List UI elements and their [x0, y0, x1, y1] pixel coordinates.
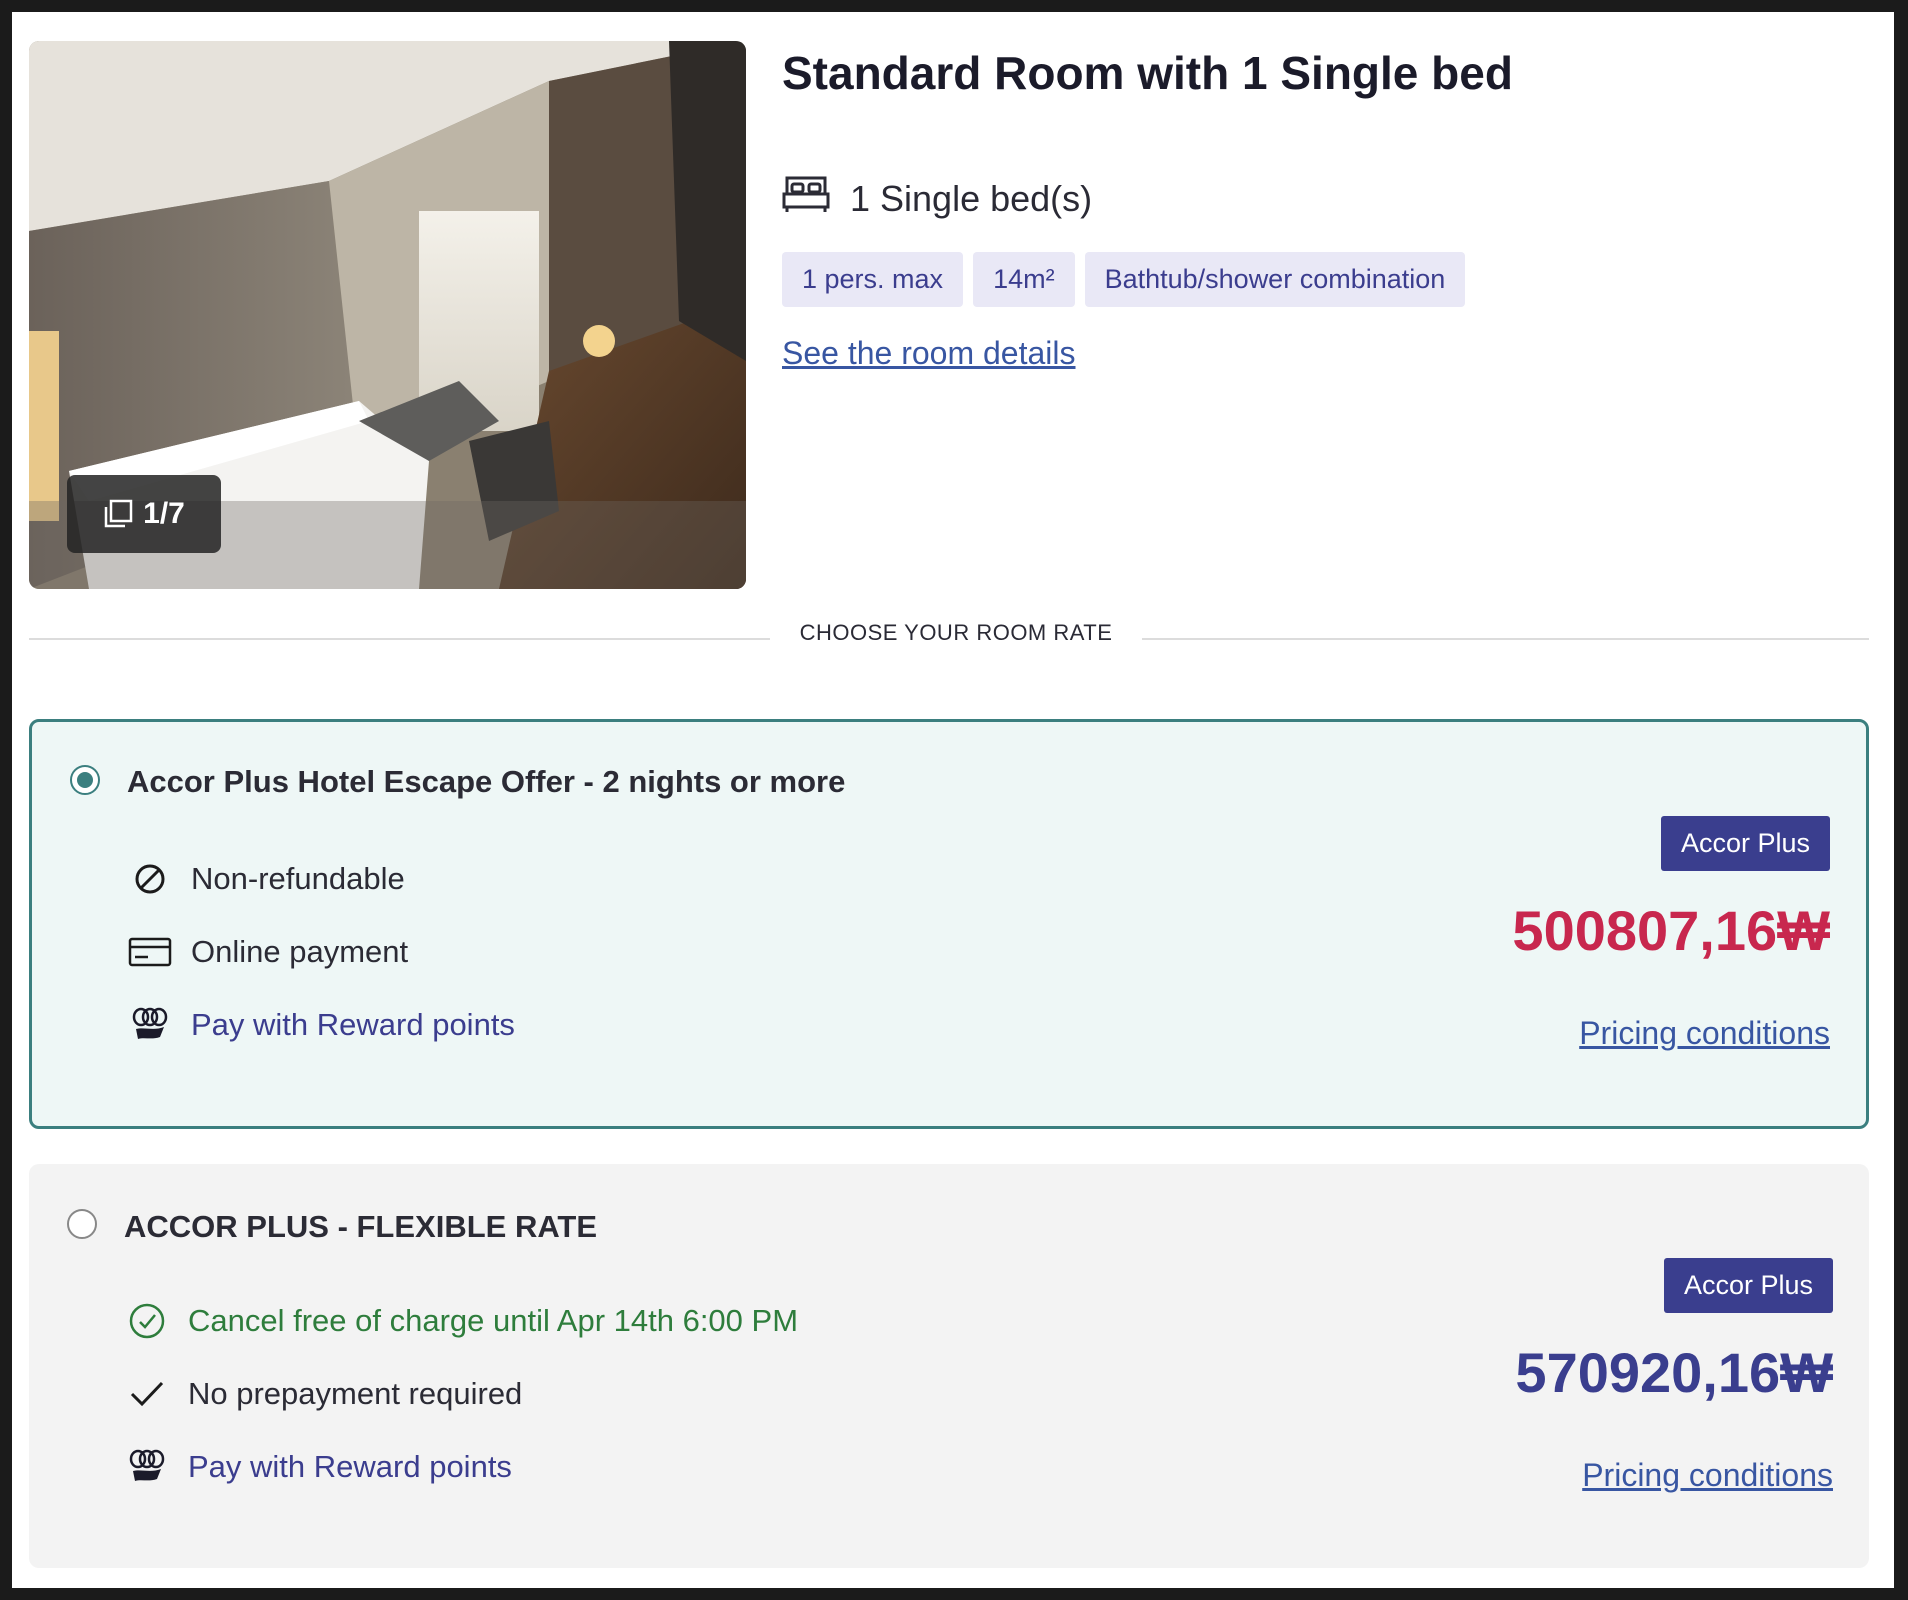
rate-title: ACCOR PLUS - FLEXIBLE RATE	[124, 1209, 598, 1244]
tag-size: 14m²	[973, 252, 1075, 307]
photo-gallery-counter[interactable]: 1/7	[67, 475, 221, 553]
rate-features: Cancel free of charge until Apr 14th 6:0…	[124, 1284, 798, 1503]
rate-radio-selected[interactable]	[70, 765, 100, 795]
room-card: 1/7 Standard Room with 1 Single bed 1 Si…	[12, 12, 1894, 1588]
gallery-icon	[103, 499, 133, 529]
rate-option-escape-offer[interactable]: Accor Plus Hotel Escape Offer - 2 nights…	[29, 719, 1869, 1129]
rate-radio-unselected[interactable]	[67, 1209, 97, 1239]
room-details-link[interactable]: See the room details	[782, 335, 1076, 372]
feature-label: Online payment	[191, 933, 409, 969]
tag-capacity: 1 pers. max	[782, 252, 964, 307]
feature-reward-points: Pay with Reward points	[124, 1430, 798, 1503]
room-title: Standard Room with 1 Single bed	[782, 47, 1513, 99]
feature-free-cancellation: Cancel free of charge until Apr 14th 6:0…	[124, 1284, 798, 1357]
feature-online-payment: Online payment	[127, 915, 515, 988]
feature-no-prepayment: No prepayment required	[124, 1357, 798, 1430]
rate-title: Accor Plus Hotel Escape Offer - 2 nights…	[127, 764, 846, 799]
credit-card-icon	[127, 937, 173, 967]
feature-label: Non-refundable	[191, 860, 405, 896]
pricing-conditions-link[interactable]: Pricing conditions	[1579, 1015, 1830, 1052]
clock-check-icon	[124, 1302, 170, 1340]
feature-label: Pay with Reward points	[191, 1006, 515, 1042]
feature-reward-points: Pay with Reward points	[127, 988, 515, 1061]
bed-text: 1 Single bed(s)	[850, 177, 1093, 219]
rate-price: 500807,16₩	[1512, 899, 1830, 962]
photo-counter-text: 1/7	[143, 497, 185, 530]
rates-section-title: CHOOSE YOUR ROOM RATE	[770, 620, 1142, 646]
rate-features: Non-refundable Online payment Pay with R…	[127, 842, 515, 1061]
rate-price: 570920,16₩	[1515, 1341, 1833, 1404]
reward-coins-icon	[127, 1007, 173, 1043]
feature-label: Pay with Reward points	[188, 1448, 512, 1484]
reward-coins-icon	[124, 1449, 170, 1485]
no-entry-icon	[127, 862, 173, 896]
bed-info: 1 Single bed(s)	[782, 174, 1092, 223]
checkmark-icon	[124, 1379, 170, 1409]
pricing-conditions-link[interactable]: Pricing conditions	[1582, 1457, 1833, 1494]
feature-non-refundable: Non-refundable	[127, 842, 515, 915]
tag-bathroom: Bathtub/shower combination	[1084, 252, 1466, 307]
rate-option-flexible[interactable]: ACCOR PLUS - FLEXIBLE RATE Cancel free o…	[29, 1164, 1869, 1568]
feature-label: No prepayment required	[188, 1375, 523, 1411]
accor-plus-badge: Accor Plus	[1660, 816, 1830, 871]
accor-plus-badge: Accor Plus	[1663, 1258, 1833, 1313]
bed-icon	[782, 174, 830, 223]
room-tags: 1 pers. max 14m² Bathtub/shower combinat…	[782, 252, 1466, 307]
room-photo[interactable]: 1/7	[29, 41, 746, 589]
feature-label: Cancel free of charge until Apr 14th 6:0…	[188, 1302, 799, 1338]
